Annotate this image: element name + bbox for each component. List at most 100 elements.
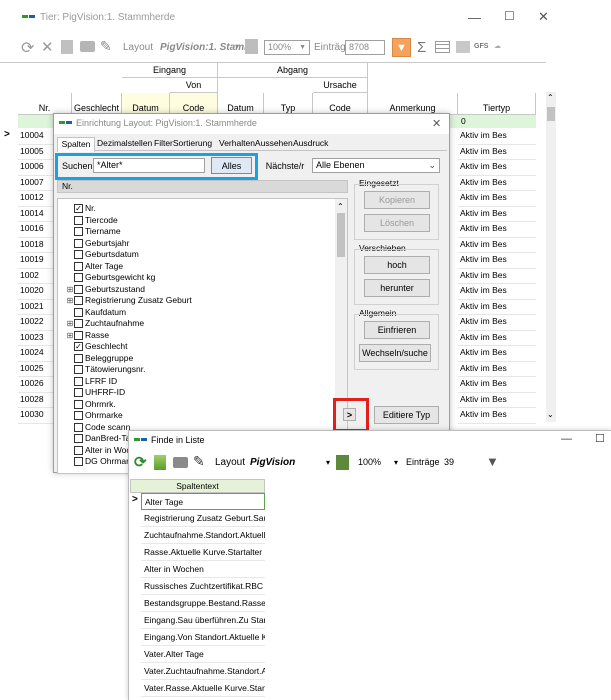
wrench-icon[interactable]: ✎	[100, 38, 112, 55]
table-icon[interactable]	[435, 41, 450, 53]
tree-item-checkbox[interactable]	[74, 434, 83, 444]
gfs-button[interactable]: GFS	[474, 43, 488, 50]
copy-button[interactable]: Kopieren	[364, 191, 430, 209]
column-header-geschlecht[interactable]: Geschlecht	[72, 93, 122, 115]
export-icon[interactable]	[456, 41, 470, 53]
tree-item-checkbox[interactable]	[74, 284, 83, 294]
scroll-down-icon[interactable]: ⌄	[547, 410, 554, 419]
find-maximize-icon[interactable]: ☐	[595, 432, 605, 445]
filter-icon[interactable]: ▼	[392, 38, 411, 57]
tree-item-checkbox[interactable]	[74, 422, 83, 432]
tree-item-checkbox[interactable]	[74, 399, 83, 409]
column-header-eingang-code[interactable]: Code	[170, 93, 218, 115]
column-header-eingang-datum[interactable]: Datum	[122, 93, 170, 115]
list-item[interactable]: Vater.Zuchtaufnahme.Standort.Ak	[141, 663, 265, 680]
tree-item[interactable]: Tiercode	[66, 215, 336, 227]
tree-item[interactable]: UHFRF-ID	[66, 387, 336, 399]
sigma-icon[interactable]: Σ	[417, 39, 426, 56]
maximize-icon[interactable]: ☐	[504, 9, 515, 23]
tree-item[interactable]: LFRF ID	[66, 376, 336, 388]
wrap-button[interactable]: Wechseln/suche	[359, 344, 431, 362]
list-item[interactable]: Bestandsgruppe.Bestand.Rasse.	[141, 595, 265, 612]
tree-item-checkbox[interactable]	[74, 215, 83, 225]
tab-ausdruck[interactable]: Ausdruck	[293, 138, 328, 148]
layout-value[interactable]: PigVision:1. Stamm	[160, 42, 253, 53]
find-layout-value[interactable]: PigVision	[250, 457, 295, 468]
tree-scroll-thumb[interactable]	[337, 213, 345, 257]
tree-item[interactable]: ⊞ Rasse	[66, 330, 336, 342]
down-button[interactable]: herunter	[364, 279, 430, 297]
all-button[interactable]: Alles	[211, 157, 252, 174]
tab-dezimalstellen[interactable]: Dezimalstellen	[97, 138, 152, 148]
table-row-tiertyp[interactable]: Aktiv im Bes	[458, 393, 536, 408]
delete-button[interactable]: Löschen	[364, 214, 430, 232]
tree-item-checkbox[interactable]	[74, 445, 83, 455]
tree-item[interactable]: Geburtsjahr	[66, 238, 336, 250]
tree-item-checkbox[interactable]	[74, 319, 83, 329]
list-item[interactable]: Registrierung Zusatz Geburt.Sau	[141, 510, 265, 527]
table-row-tiertyp[interactable]: Aktiv im Bes	[458, 315, 536, 331]
tree-item[interactable]: Geburtsdatum	[66, 249, 336, 261]
expand-plus-icon[interactable]: ⊞	[66, 318, 74, 329]
table-row-tiertyp[interactable]: Aktiv im Bes	[458, 300, 536, 315]
tree-item-checkbox[interactable]	[74, 307, 83, 317]
list-item[interactable]: Zuchtaufnahme.Standort.Aktuelle	[141, 527, 265, 544]
layout-dropdown-icon[interactable]: ▾	[235, 42, 239, 51]
tree-item[interactable]: Ohrmarke	[66, 410, 336, 422]
expand-plus-icon[interactable]: ⊞	[66, 295, 74, 306]
level-select[interactable]: Alle Ebenen ⌄	[312, 158, 440, 173]
next-button[interactable]: Nächste/r	[261, 157, 309, 174]
tree-item-checkbox[interactable]	[74, 250, 83, 260]
edit-type-button[interactable]: Editiere Typ	[374, 406, 439, 424]
expand-plus-icon[interactable]: ⊞	[66, 284, 74, 295]
print-icon[interactable]	[173, 457, 188, 468]
table-row-tiertyp[interactable]: Aktiv im Bes	[458, 176, 536, 191]
layout-icon[interactable]	[336, 455, 349, 470]
table-row-tiertyp[interactable]: Aktiv im Bes	[458, 331, 536, 346]
table-row-tiertyp[interactable]: Aktiv im Bes	[458, 222, 536, 238]
find-zoom[interactable]: 100%	[358, 457, 381, 467]
tree-item-checkbox[interactable]	[74, 388, 83, 398]
tree-item[interactable]: ⊞ Zuchtaufnahme	[66, 318, 336, 330]
refresh-icon[interactable]: ⟳	[134, 453, 147, 471]
tree-item-checkbox[interactable]	[74, 261, 83, 271]
tree-item-checkbox[interactable]	[74, 457, 83, 467]
print-icon[interactable]	[80, 41, 95, 52]
tree-item-checkbox[interactable]	[74, 227, 83, 237]
tree-item[interactable]: Beleggruppe	[66, 353, 336, 365]
table-row-tiertyp[interactable]: Aktiv im Bes	[458, 408, 536, 424]
dialog-close-icon[interactable]: ✕	[432, 117, 441, 130]
freeze-button[interactable]: Einfrieren	[364, 321, 430, 339]
download-icon[interactable]	[154, 455, 166, 470]
list-item[interactable]: Vater.Rasse.Aktuelle Kurve.Start	[141, 680, 265, 697]
tree-item[interactable]: Tätowierungsnr.	[66, 364, 336, 376]
tree-item-checkbox[interactable]: ✓	[74, 342, 83, 352]
close-x-icon[interactable]: ✕	[41, 38, 54, 56]
column-header-tiertyp[interactable]: Tiertyp	[458, 93, 536, 115]
find-list-header[interactable]: Spaltentext	[130, 479, 265, 493]
column-header-typ[interactable]: Typ	[264, 93, 313, 115]
cloud-icon[interactable]: ☁	[494, 42, 501, 50]
tree-item-checkbox[interactable]	[74, 273, 83, 283]
list-item[interactable]: Eingang.Sau überführen.Zu Stand	[141, 612, 265, 629]
table-row-tiertyp[interactable]: Aktiv im Bes	[458, 362, 536, 377]
list-item[interactable]: Rasse.Aktuelle Kurve.Startalter	[141, 544, 265, 561]
tab-filtersortierung[interactable]: FilterSortierung	[154, 138, 212, 148]
chevron-down-icon[interactable]: ▾	[394, 458, 398, 467]
refresh-icon[interactable]: ⟳	[21, 38, 34, 58]
close-icon[interactable]: ✕	[538, 9, 549, 25]
tree-item-checkbox[interactable]	[74, 411, 83, 421]
tree-item-checkbox[interactable]	[74, 353, 83, 363]
list-item[interactable]: Russisches Zuchtzertifikat.RBC A	[141, 578, 265, 595]
main-scrollbar[interactable]: ⌃ ⌄	[546, 92, 556, 422]
tree-scroll-up-icon[interactable]: ⌃	[337, 202, 344, 211]
zoom-select[interactable]: 100% ▼	[264, 40, 310, 55]
expand-button[interactable]: >	[343, 408, 356, 421]
column-header-ursache-code[interactable]: Code	[313, 93, 368, 115]
tree-item[interactable]: ⊞ Registrierung Zusatz Geburt	[66, 295, 336, 307]
wrench-icon[interactable]: ✎	[193, 453, 205, 470]
up-button[interactable]: hoch	[364, 256, 430, 274]
table-row-tiertyp[interactable]: Aktiv im Bes	[458, 207, 536, 222]
tree-item-checkbox[interactable]	[74, 238, 83, 248]
find-minimize-icon[interactable]: —	[561, 433, 572, 445]
